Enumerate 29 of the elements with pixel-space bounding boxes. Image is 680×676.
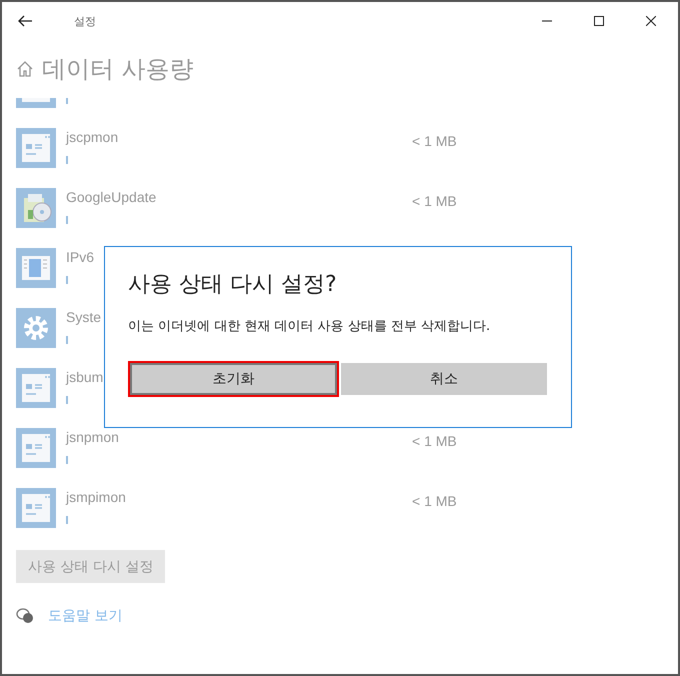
app-name: jsbum [66,368,104,387]
window-title: 설정 [74,14,96,28]
gear-icon [16,308,56,348]
installer-icon [16,188,56,228]
home-icon[interactable] [16,60,34,78]
usage-amount: < 1 MB [412,132,457,151]
app-window-icon [16,428,56,468]
usage-amount: < 1 MB [412,432,457,451]
app-window-icon [16,128,56,168]
app-window-icon [16,368,56,408]
page-title: 데이터 사용량 [42,54,194,85]
close-icon[interactable] [646,16,656,26]
back-icon[interactable] [18,15,32,27]
cancel-button[interactable]: 취소 [340,363,547,395]
reset-confirm-button[interactable]: 초기화 [130,363,336,395]
app-name: IPv6 [66,248,94,267]
app-name: GoogleUpdate [66,188,156,207]
app-name: jsmpimon [66,488,126,507]
dialog-message: 이는 이더넷에 대한 현재 데이터 사용 상태를 전부 삭제합니다. [128,318,492,335]
app-name: jscpmon [66,128,118,147]
dialog-title: 사용 상태 다시 설정? [128,271,338,299]
usage-amount: < 1 MB [412,192,457,211]
app-name: jsnpmon [66,428,119,447]
maximize-icon[interactable] [594,16,604,26]
usage-amount: < 1 MB [412,492,457,511]
app-name: Syste [66,308,102,327]
document-icon [16,248,56,288]
app-window-icon [16,488,56,528]
help-chat-icon [16,608,34,624]
